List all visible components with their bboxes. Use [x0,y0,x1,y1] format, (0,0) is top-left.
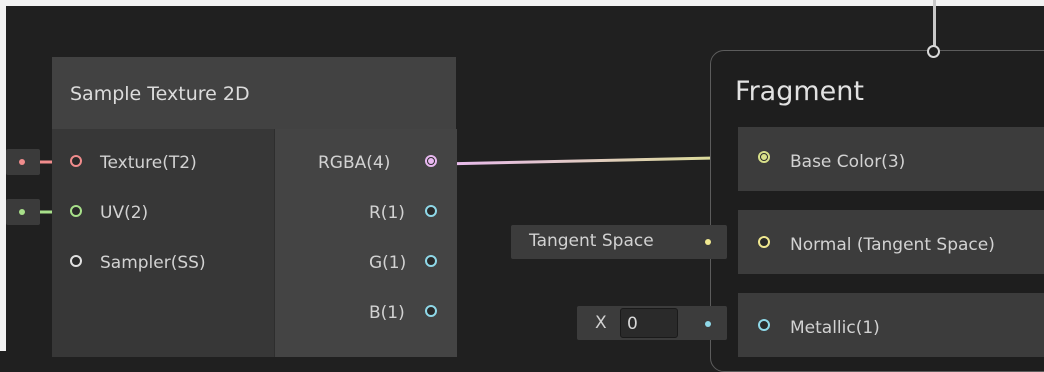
node-header[interactable]: Sample Texture 2D [52,57,456,130]
rgba-output-label: RGBA(4) [318,153,391,173]
normal-label: Normal (Tangent Space) [790,235,995,255]
texture-stub-dot [19,159,25,165]
normal-port-icon[interactable] [758,236,770,248]
uv-stub-dot [19,209,25,215]
tangent-space-label: Tangent Space [529,231,654,251]
rgba-port-fill [428,158,434,164]
fragment-flow-port-icon[interactable] [927,45,940,58]
r-port-icon[interactable] [425,205,437,217]
tangent-space-dot [705,239,711,245]
metallic-axis-label: X [595,313,607,333]
sampler-input-label: Sampler(SS) [100,253,206,273]
g-port-icon[interactable] [425,255,437,267]
metallic-port-icon[interactable] [758,319,770,331]
vertex-fragment-connector [933,0,936,48]
uv-port-icon[interactable] [70,205,82,217]
metallic-dot [705,321,711,327]
metallic-value-field[interactable]: 0 [620,308,678,338]
b-output-label: B(1) [369,303,405,323]
r-output-label: R(1) [369,203,405,223]
sampler-port-icon[interactable] [70,255,82,267]
node-title: Sample Texture 2D [70,83,250,105]
metallic-label: Metallic(1) [790,318,880,338]
fragment-title: Fragment [735,76,864,107]
fragment-block-metallic[interactable]: Metallic(1) [738,293,1044,357]
base-color-port-fill [761,154,767,160]
tangent-space-inline-input[interactable]: Tangent Space [511,225,727,259]
g-output-label: G(1) [369,253,407,273]
texture-port-icon[interactable] [70,155,82,167]
uv-input-stub[interactable] [6,199,40,225]
texture-input-label: Texture(T2) [100,153,197,173]
uv-input-label: UV(2) [100,203,149,223]
fragment-block-normal[interactable]: Normal (Tangent Space) [738,210,1044,274]
base-color-label: Base Color(3) [790,152,906,172]
fragment-block-base-color[interactable]: Base Color(3) [738,127,1044,191]
b-port-icon[interactable] [425,305,437,317]
texture-input-stub[interactable] [6,149,40,175]
